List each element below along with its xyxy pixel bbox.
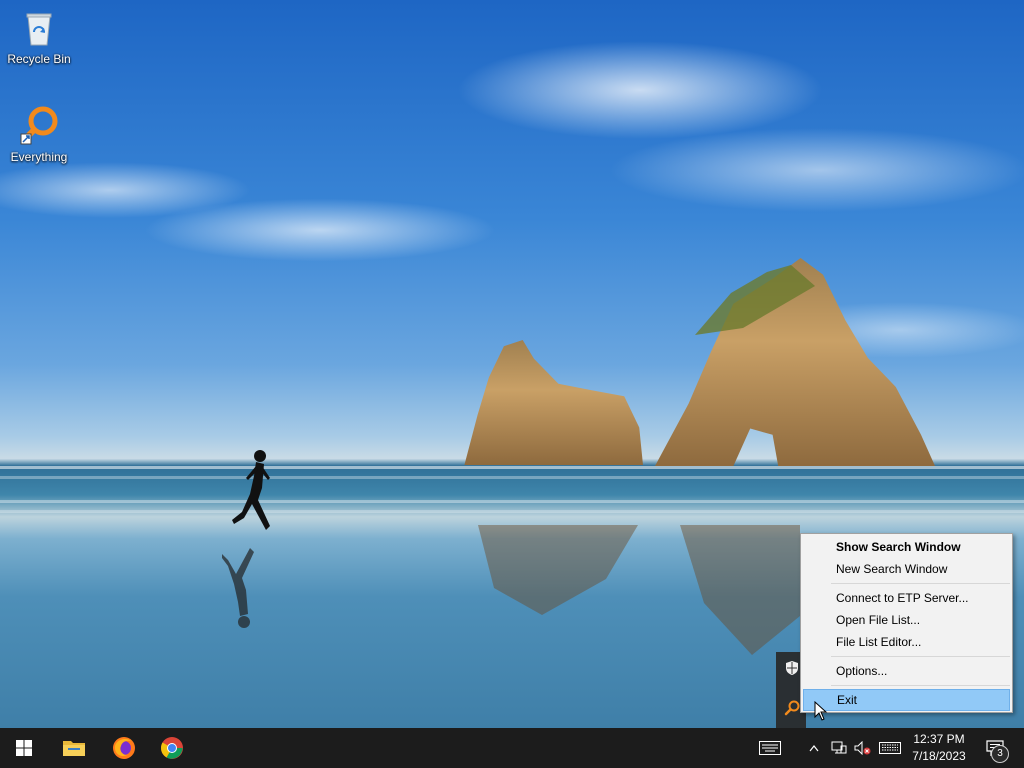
menu-item-file-list-editor[interactable]: File List Editor... bbox=[803, 631, 1010, 653]
runner-reflection bbox=[222, 548, 254, 628]
clock-time: 12:37 PM bbox=[913, 732, 965, 746]
rock-reflection-small bbox=[478, 525, 638, 615]
menu-item-options[interactable]: Options... bbox=[803, 660, 1010, 682]
everything-label: Everything bbox=[10, 150, 68, 164]
menu-separator bbox=[831, 583, 1010, 584]
show-hidden-icons-button[interactable] bbox=[804, 728, 824, 768]
menu-item-open-file-list[interactable]: Open File List... bbox=[803, 609, 1010, 631]
clock[interactable]: 12:37 PM 7/18/2023 bbox=[906, 731, 972, 765]
recycle-bin-desktop-icon[interactable]: Recycle Bin bbox=[2, 8, 76, 66]
volume-button[interactable] bbox=[852, 728, 874, 768]
network-button[interactable] bbox=[828, 728, 850, 768]
sea-stack-small bbox=[464, 340, 643, 465]
menu-item-exit[interactable]: Exit bbox=[803, 689, 1010, 711]
chrome-button[interactable] bbox=[148, 728, 196, 768]
folder-icon bbox=[63, 741, 85, 756]
touch-keyboard-button[interactable] bbox=[752, 728, 788, 768]
input-keyboard-button[interactable] bbox=[876, 728, 904, 768]
everything-context-menu: Show Search Window New Search Window Con… bbox=[800, 533, 1013, 713]
notification-count-badge: 3 bbox=[991, 745, 1009, 763]
mouse-cursor-icon bbox=[814, 701, 828, 721]
security-shield-icon[interactable] bbox=[784, 660, 800, 676]
volume-muted-icon bbox=[854, 741, 871, 755]
clock-date: 7/18/2023 bbox=[912, 749, 966, 763]
firefox-icon bbox=[113, 737, 135, 759]
menu-item-new-search-window[interactable]: New Search Window bbox=[803, 558, 1010, 580]
recycle-bin-icon bbox=[19, 8, 59, 48]
taskbar: 12:37 PM 7/18/2023 3 bbox=[0, 728, 1024, 768]
menu-separator bbox=[831, 656, 1010, 657]
keyboard-icon bbox=[879, 742, 901, 754]
everything-tray-icon[interactable] bbox=[784, 700, 800, 716]
windows-logo-icon bbox=[16, 740, 32, 756]
rock-reflection-big bbox=[680, 525, 800, 655]
menu-item-show-search-window[interactable]: Show Search Window bbox=[803, 536, 1010, 558]
desktop[interactable]: Recycle Bin Everything Show Search Windo… bbox=[0, 0, 1024, 728]
menu-item-connect-etp-server[interactable]: Connect to ETP Server... bbox=[803, 587, 1010, 609]
show-hidden-icons-chevron bbox=[809, 745, 819, 752]
file-explorer-button[interactable] bbox=[50, 728, 98, 768]
menu-separator bbox=[831, 685, 1010, 686]
touch-keyboard-icon bbox=[759, 741, 781, 755]
firefox-button[interactable] bbox=[100, 728, 148, 768]
everything-search-icon bbox=[19, 106, 59, 146]
chrome-icon bbox=[161, 737, 183, 759]
start-button[interactable] bbox=[0, 728, 48, 768]
recycle-bin-label: Recycle Bin bbox=[7, 52, 71, 66]
network-icon bbox=[831, 741, 847, 754]
runner-silhouette bbox=[232, 450, 270, 530]
everything-desktop-icon[interactable]: Everything bbox=[2, 106, 76, 164]
